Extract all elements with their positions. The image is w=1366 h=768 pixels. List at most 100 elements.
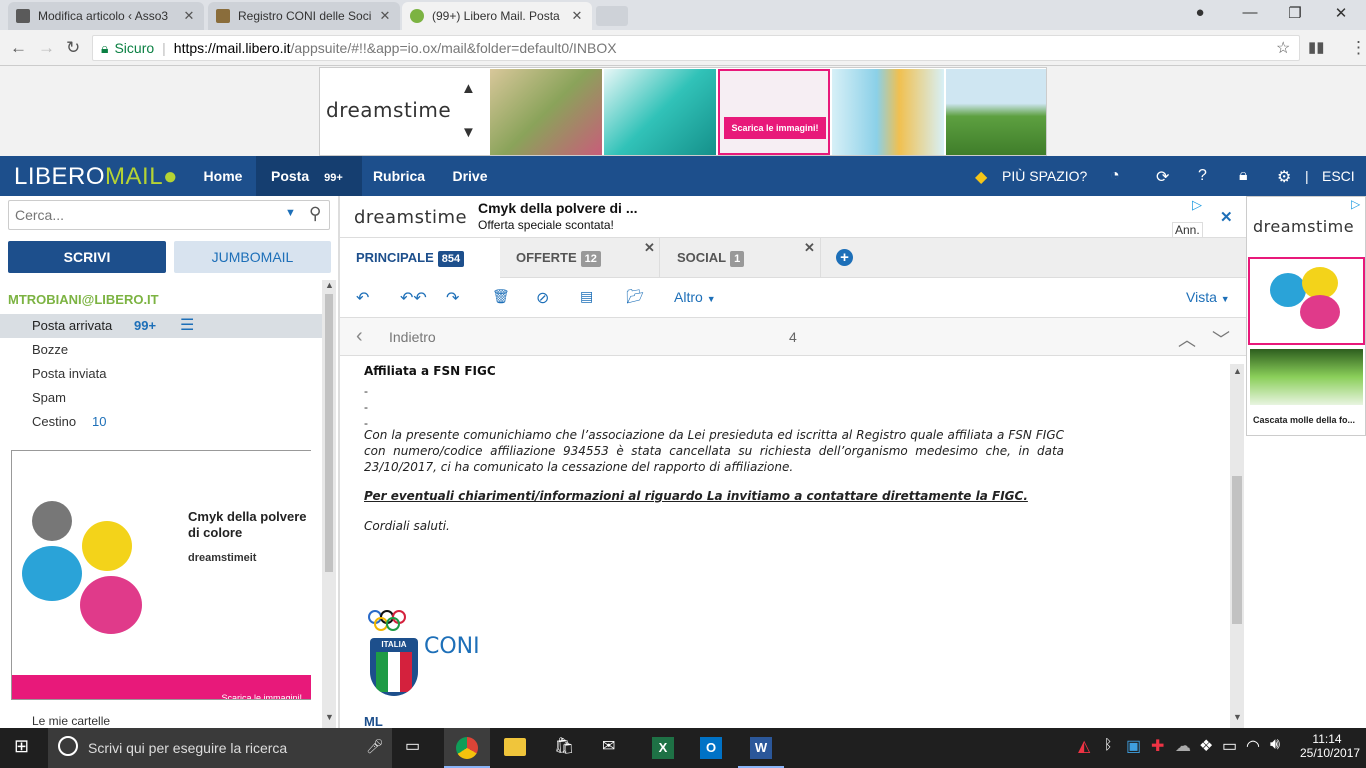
scroll-up-icon[interactable]: ▲: [325, 280, 334, 290]
storage-pie-icon[interactable]: ◔: [1110, 167, 1120, 185]
mail-app-icon[interactable]: ✉: [602, 736, 615, 756]
wifi-icon[interactable]: ◠: [1246, 736, 1260, 756]
sidebar-scrollbar[interactable]: ▲ ▼: [322, 280, 336, 728]
nav-drive[interactable]: Drive: [440, 156, 500, 196]
adchoices-icon[interactable]: ▷: [1351, 197, 1360, 211]
acrobat-tray-icon[interactable]: ◭: [1078, 736, 1090, 756]
excel-icon[interactable]: X: [652, 737, 674, 759]
move-folder-icon[interactable]: 📂︎: [626, 288, 644, 305]
task-view-icon[interactable]: ▭: [405, 736, 420, 756]
close-window-icon[interactable]: ✕: [1331, 4, 1351, 22]
outlook-icon[interactable]: O: [700, 737, 722, 759]
back-link[interactable]: Indietro: [389, 329, 436, 345]
ad-thumb-map[interactable]: [832, 69, 944, 155]
adchoices-icon[interactable]: ▷: [1192, 197, 1202, 213]
reply-icon[interactable]: ↶: [356, 288, 369, 308]
browser-tab[interactable]: Modifica articolo ‹ Asso3 ✕: [8, 2, 204, 30]
folder-trash[interactable]: Cestino: [32, 414, 76, 429]
tray-plus-icon[interactable]: ✚: [1151, 736, 1164, 756]
ad-up-arrow-icon[interactable]: ▲: [461, 80, 476, 97]
sidebar-ad-cta[interactable]: Scarica le immagini!: [12, 675, 311, 699]
archive-icon[interactable]: ▤: [580, 288, 593, 305]
taskbar-search-box[interactable]: Scrivi qui per eseguire la ricerca 🎤︎: [48, 728, 392, 768]
spam-block-icon[interactable]: ⊘: [536, 288, 549, 308]
bookmark-star-icon[interactable]: ☆: [1276, 38, 1290, 58]
view-dropdown[interactable]: Vista ▼: [1186, 289, 1230, 305]
folder-spam[interactable]: Spam: [32, 390, 66, 405]
ad-thumb-flowers[interactable]: [490, 69, 602, 155]
refresh-icon[interactable]: ⟳: [1156, 167, 1169, 187]
compose-button[interactable]: SCRIVI: [8, 241, 166, 273]
close-tab-icon[interactable]: ✕: [378, 8, 392, 24]
more-dropdown[interactable]: Altro ▼: [674, 289, 716, 305]
tab-social[interactable]: SOCIAL 1: [661, 238, 821, 278]
forward-arrow-icon[interactable]: →: [38, 38, 55, 58]
microphone-icon[interactable]: 🎤︎: [366, 738, 384, 755]
top-banner-ad[interactable]: dreamstime ▲ ▼ Scarica le immagini!: [319, 67, 1047, 156]
right-ad-thumb-powder[interactable]: [1248, 257, 1365, 345]
next-message-icon[interactable]: ﹀: [1212, 326, 1230, 352]
settings-gear-icon[interactable]: ⚙: [1277, 167, 1291, 187]
sidebar-scroll-thumb[interactable]: [325, 294, 333, 572]
ad-cta-button[interactable]: Scarica le immagini!: [724, 117, 826, 139]
add-tab-icon[interactable]: +: [836, 249, 853, 266]
prev-message-icon[interactable]: ︿: [1178, 326, 1196, 352]
folder-menu-icon[interactable]: ☰: [180, 315, 194, 335]
close-offerte-icon[interactable]: ✕: [644, 240, 655, 256]
account-email[interactable]: MTROBIANI@LIBERO.IT: [8, 292, 159, 307]
nav-rubrica[interactable]: Rubrica: [364, 156, 434, 196]
onedrive-icon[interactable]: ☁: [1175, 736, 1191, 756]
browser-tab[interactable]: Registro CONI delle Soci ✕: [208, 2, 400, 30]
delete-trash-icon[interactable]: 🗑︎: [492, 288, 510, 305]
ad-down-arrow-icon[interactable]: ▼: [461, 124, 476, 141]
right-ad-thumb-waterfall[interactable]: [1250, 349, 1363, 405]
back-chevron-icon[interactable]: ‹: [356, 325, 363, 348]
tray-app-icon[interactable]: ▣: [1126, 736, 1141, 756]
bluetooth-icon[interactable]: ᛒ: [1104, 736, 1112, 752]
ad-thumb-watercolor[interactable]: [604, 69, 716, 155]
logout-link[interactable]: ESCI: [1322, 156, 1355, 196]
folder-sent[interactable]: Posta inviata: [32, 366, 106, 381]
forward-icon[interactable]: ↷: [446, 288, 459, 308]
mid-ad[interactable]: dreamstime Cmyk della polvere di ... Off…: [340, 196, 1246, 238]
new-tab-button[interactable]: [596, 6, 628, 26]
search-dropdown-icon[interactable]: ▼: [285, 207, 296, 219]
lock-icon[interactable]: 🔒︎: [1239, 167, 1248, 185]
search-icon[interactable]: ⚲: [309, 204, 321, 224]
sidebar-ad[interactable]: Cmyk della polvere di colore dreamstimei…: [11, 450, 311, 700]
scroll-up-icon[interactable]: ▲: [1233, 366, 1242, 376]
ad-thumb-cta[interactable]: Scarica le immagini!: [718, 69, 830, 155]
scroll-down-icon[interactable]: ▼: [1233, 712, 1242, 722]
my-folders-label[interactable]: Le mie cartelle: [32, 714, 110, 728]
dropbox-icon[interactable]: ❖: [1199, 736, 1213, 756]
extension-icon[interactable]: ▮▮: [1308, 38, 1325, 56]
libero-mail-logo[interactable]: LIBEROMAIL●: [14, 163, 178, 191]
folder-inbox[interactable]: Posta arrivata: [32, 318, 112, 333]
message-scrollbar[interactable]: ▲ ▼: [1230, 364, 1244, 728]
chrome-taskbar-button[interactable]: [444, 728, 490, 768]
more-space-link[interactable]: PIÙ SPAZIO?: [1002, 156, 1087, 196]
help-icon[interactable]: ?: [1198, 167, 1207, 185]
clock[interactable]: 11:14 25/10/2017: [1300, 732, 1360, 760]
ad-ann-label[interactable]: Ann.: [1172, 222, 1203, 238]
nav-home[interactable]: Home: [190, 156, 256, 196]
menu-icon[interactable]: ⋮: [1350, 38, 1366, 58]
reply-all-icon[interactable]: ↶↶: [400, 288, 427, 308]
message-scroll-thumb[interactable]: [1232, 476, 1242, 624]
restore-icon[interactable]: ❐: [1285, 4, 1305, 22]
profile-icon[interactable]: ●: [1190, 4, 1210, 21]
windows-start-icon[interactable]: ⊞: [14, 736, 29, 757]
close-tab-icon[interactable]: ✕: [570, 8, 584, 24]
close-tab-icon[interactable]: ✕: [182, 8, 196, 24]
store-icon[interactable]: 🛍︎: [554, 736, 574, 756]
ad-thumb-horse[interactable]: [946, 69, 1046, 155]
battery-icon[interactable]: ▭: [1222, 736, 1237, 756]
tab-offerte[interactable]: OFFERTE 12: [500, 238, 660, 278]
folder-drafts[interactable]: Bozze: [32, 342, 68, 357]
scroll-down-icon[interactable]: ▼: [325, 712, 334, 722]
nav-posta[interactable]: Posta 99+: [256, 156, 362, 196]
minimize-icon[interactable]: —: [1240, 4, 1260, 21]
volume-icon[interactable]: 🔊︎: [1270, 736, 1280, 754]
browser-tab-active[interactable]: (99+) Libero Mail. Posta ✕: [402, 2, 592, 30]
reload-icon[interactable]: ↻: [66, 38, 80, 58]
